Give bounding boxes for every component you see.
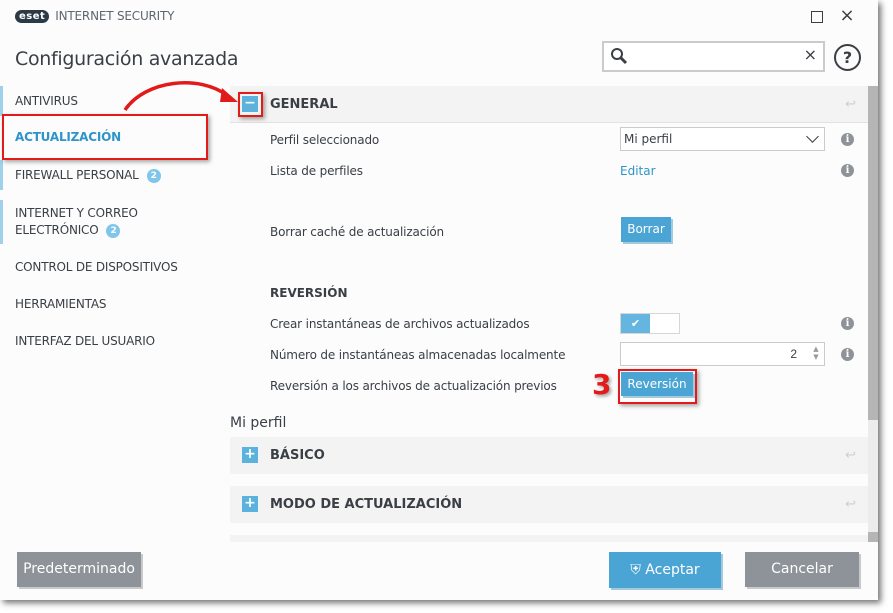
stepper-up-icon[interactable]: ▲ xyxy=(811,345,821,353)
info-icon[interactable]: i xyxy=(841,317,854,330)
search-icon xyxy=(611,48,628,65)
notification-badge: 2 xyxy=(146,169,161,183)
revert-icon[interactable]: ↩ xyxy=(845,97,856,112)
sidebar-item-antivirus[interactable]: ANTIVIRUS xyxy=(0,86,222,116)
cancel-button[interactable]: Cancelar xyxy=(745,552,859,587)
perfil-seleccionado-label: Perfil seleccionado xyxy=(270,133,380,147)
nav-accent xyxy=(0,86,3,116)
sidebar-item-label: HERRAMIENTAS xyxy=(15,297,107,311)
collapse-icon[interactable]: − xyxy=(242,96,258,112)
search-input[interactable] xyxy=(632,46,802,68)
section-title: GENERAL xyxy=(270,96,338,112)
sidebar-item-label-line2: ELECTRÓNICO xyxy=(15,223,99,237)
numero-instantaneas-label: Número de instantáneas almacenadas local… xyxy=(270,348,566,362)
section-general-header[interactable]: − GENERAL ↩ xyxy=(230,86,868,123)
profile-select-value: Mi perfil xyxy=(624,132,673,146)
sidebar-item-internet-correo[interactable]: INTERNET Y CORREO ELECTRÓNICO 2 xyxy=(0,200,222,244)
section-title: MODO DE ACTUALIZACIÓN xyxy=(270,497,463,512)
section-title: BÁSICO xyxy=(270,448,325,463)
accept-label: Aceptar xyxy=(645,562,700,578)
info-icon[interactable]: i xyxy=(841,348,854,361)
profile-select[interactable]: Mi perfil xyxy=(620,127,825,151)
expand-icon[interactable]: + xyxy=(242,496,258,512)
clear-cache-button[interactable]: Borrar xyxy=(621,217,671,242)
clear-search-icon[interactable]: × xyxy=(804,45,817,64)
page-title: Configuración avanzada xyxy=(15,48,239,70)
snapshots-count-input[interactable] xyxy=(625,345,797,363)
eset-logo-badge: eset xyxy=(15,9,50,23)
nav-accent xyxy=(0,200,3,244)
lista-perfiles-label: Lista de perfiles xyxy=(270,164,363,178)
scrollbar[interactable] xyxy=(868,86,878,542)
chevron-down-icon xyxy=(806,130,819,143)
sidebar-item-actualizacion[interactable]: ACTUALIZACIÓN xyxy=(0,118,222,156)
eset-logo: eset INTERNET SECURITY xyxy=(15,9,174,23)
stepper-down-icon[interactable]: ▼ xyxy=(811,353,821,361)
borrar-cache-label: Borrar caché de actualización xyxy=(270,225,444,239)
maximize-icon[interactable] xyxy=(806,6,826,26)
sidebar-item-control-dispositivos[interactable]: CONTROL DE DISPOSITIVOS xyxy=(0,252,222,282)
settings-content: − GENERAL ↩ Perfil seleccionado Mi perfi… xyxy=(230,86,868,542)
revert-icon[interactable]: ↩ xyxy=(845,497,856,512)
sidebar-item-interfaz-usuario[interactable]: INTERFAZ DEL USUARIO xyxy=(0,326,222,356)
expand-icon[interactable]: + xyxy=(242,447,258,463)
revert-icon[interactable]: ↩ xyxy=(845,448,856,463)
sidebar-item-label: CONTROL DE DISPOSITIVOS xyxy=(15,260,178,274)
sidebar-item-label: INTERFAZ DEL USUARIO xyxy=(15,334,155,348)
snapshots-count-stepper[interactable]: ▲ ▼ xyxy=(620,342,825,366)
edit-profiles-link[interactable]: Editar xyxy=(620,164,656,178)
product-name: INTERNET SECURITY xyxy=(55,9,175,23)
scrollbar-thumb[interactable] xyxy=(868,86,878,420)
rollback-button[interactable]: Reversión xyxy=(621,372,693,396)
accept-button[interactable]: ⛨ Aceptar xyxy=(609,552,721,588)
default-button[interactable]: Predeterminado xyxy=(17,552,141,587)
info-icon[interactable]: i xyxy=(841,133,854,146)
sidebar-item-label: INTERNET Y CORREO xyxy=(15,206,138,220)
profile-section-label: Mi perfil xyxy=(230,415,287,431)
crear-instantaneas-label: Crear instantáneas de archivos actualiza… xyxy=(270,317,530,331)
advanced-setup-window: eset INTERNET SECURITY × Configuración a… xyxy=(0,0,878,600)
stepper-arrows[interactable]: ▲ ▼ xyxy=(811,345,821,363)
search-box[interactable]: × xyxy=(602,41,825,72)
section-next-header[interactable] xyxy=(230,535,868,542)
sidebar-item-label: ANTIVIRUS xyxy=(15,94,78,108)
close-icon[interactable]: × xyxy=(837,6,857,26)
shield-icon: ⛨ xyxy=(630,562,641,578)
reversion-heading: REVERSIÓN xyxy=(270,286,348,300)
info-icon[interactable]: i xyxy=(841,164,854,177)
title-bar: eset INTERNET SECURITY × xyxy=(0,0,878,32)
scrollbar-down[interactable] xyxy=(868,532,878,542)
check-icon: ✔ xyxy=(621,314,650,333)
nav-accent xyxy=(0,160,3,190)
notification-badge: 2 xyxy=(106,224,121,238)
section-basico-header[interactable]: + BÁSICO ↩ xyxy=(230,437,868,474)
sidebar-item-label: ACTUALIZACIÓN xyxy=(15,130,121,144)
reversion-previos-label: Reversión a los archivos de actualizació… xyxy=(270,379,557,393)
sidebar-item-herramientas[interactable]: HERRAMIENTAS xyxy=(0,289,222,319)
snapshots-toggle[interactable]: ✔ xyxy=(620,313,680,334)
sidebar-item-firewall[interactable]: FIREWALL PERSONAL 2 xyxy=(0,160,222,190)
annotation-step-number: 3 xyxy=(592,368,612,401)
section-modo-actualizacion-header[interactable]: + MODO DE ACTUALIZACIÓN ↩ xyxy=(230,486,868,523)
sidebar-item-label: FIREWALL PERSONAL xyxy=(15,168,139,182)
help-icon[interactable]: ? xyxy=(834,44,861,71)
